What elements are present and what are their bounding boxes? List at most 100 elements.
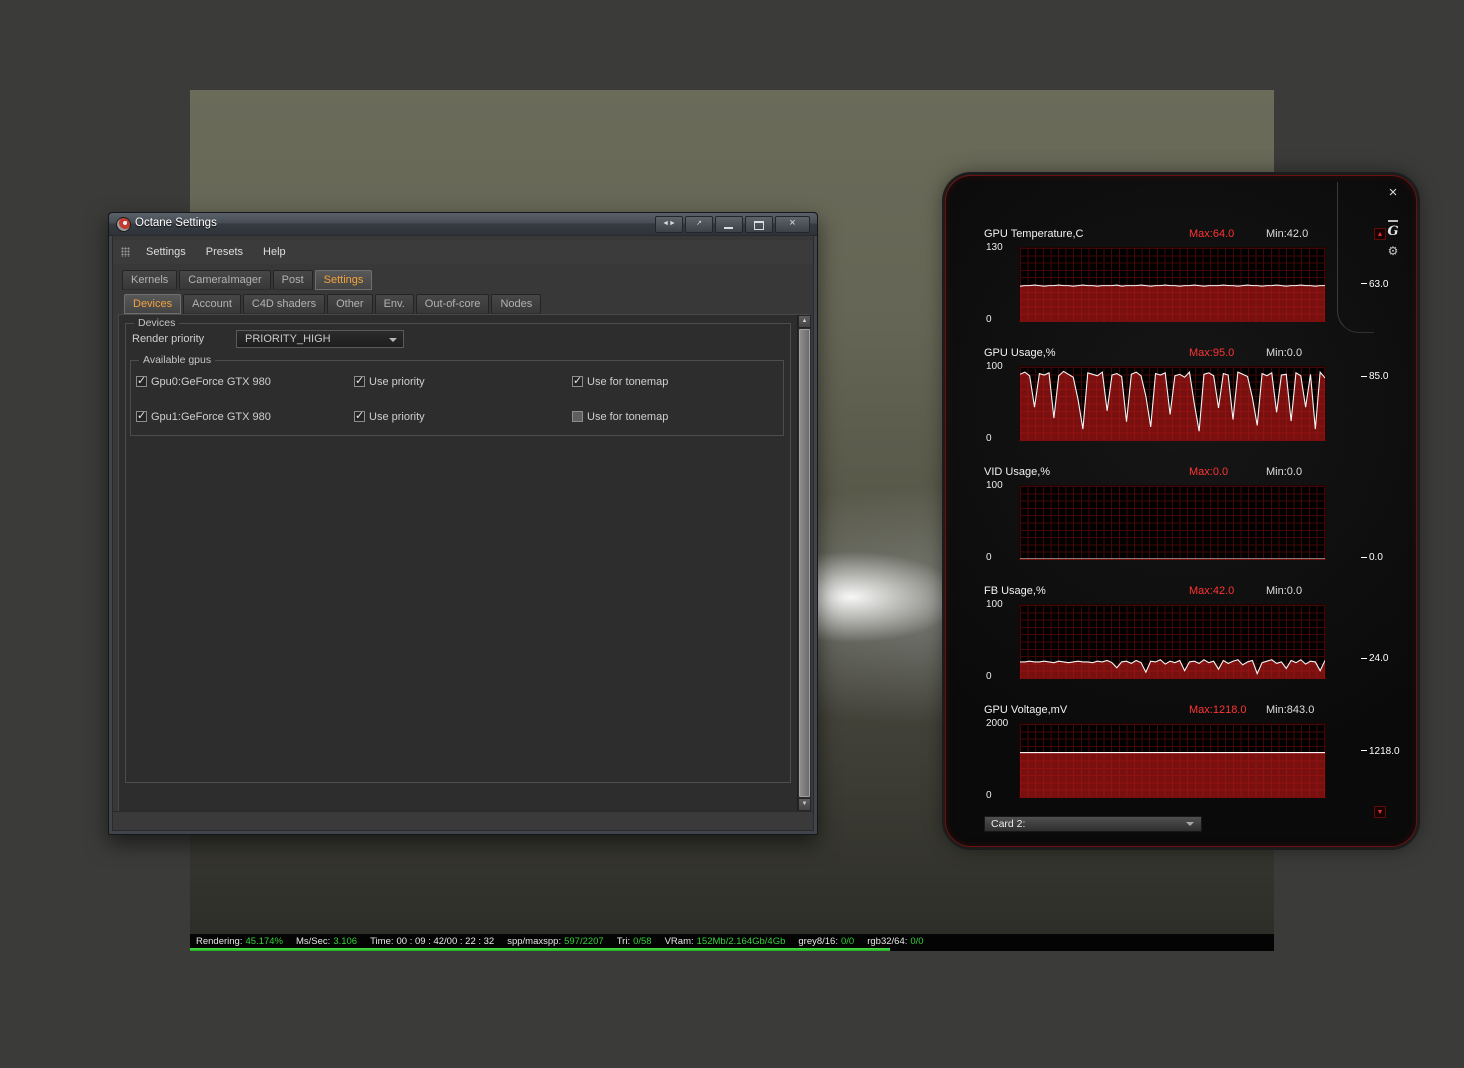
chart-title: VID Usage,% [984,466,1051,478]
tab-c4d-shaders[interactable]: C4D shaders [242,294,326,314]
tab-devices[interactable]: Devices [124,294,182,314]
available-gpus-groupbox: Available gpus ✓ Gpu0:GeForce GTX 980 ✓ … [130,354,784,436]
chart-current-value: 63.0 [1361,279,1388,290]
tab-out-of-core[interactable]: Out-of-core [415,294,490,314]
minimize-bar [1388,220,1398,222]
tab-account[interactable]: Account [183,294,241,314]
chart-body: 2000 0 1218.0 [986,718,1400,801]
gpu1-use-tonemap-checkbox[interactable]: ✓ [572,411,583,422]
chart-header: FB Usage,% Max:42.0 Min:0.0 [984,585,1388,602]
chart-body: 130 0 63.0 [986,242,1388,325]
chart-gpu-usage: GPU Usage,% Max:95.0 Min:0.0 100 0 85.0 [984,347,1388,466]
chart-plot-area [1019,366,1326,441]
detach-window-button[interactable]: ↗ [685,216,713,233]
minimize-button[interactable] [715,216,743,233]
status-spp: spp/maxspp: 597/2207 [507,936,604,947]
menu-presets[interactable]: Presets [196,243,253,261]
tab-env[interactable]: Env. [374,294,414,314]
y-axis-max-label: 2000 [986,718,1009,729]
tab-post[interactable]: Post [272,270,313,290]
render-status-items: Rendering: 45.174% Ms/Sec: 3.106 Time: 00 :… [190,934,1274,947]
status-value: 00 : 09 : 42/00 : 22 : 32 [396,936,495,947]
octane-app-icon [116,217,131,232]
y-axis-min-label: 0 [986,790,992,801]
menu-settings[interactable]: Settings [136,243,196,261]
charts-stack: GPU Temperature,C Max:64.0 Min:42.0 130 … [984,228,1400,823]
render-progress-bar [190,948,890,951]
tab-settings[interactable]: Settings [314,270,373,290]
window-buttons: ◄► ↗ × [655,216,810,233]
status-label: grey8/16: [798,936,838,947]
gpu-row-1: ✓ Gpu1:GeForce GTX 980 ✓ Use priority ✓ … [131,411,783,424]
render-priority-dropdown[interactable]: PRIORITY_HIGH [236,330,404,348]
gpu1-use-priority-checkbox[interactable]: ✓ [354,411,365,422]
close-icon: × [789,217,796,229]
scrollbar-thumb[interactable] [799,329,810,797]
gpu1-name-label: Gpu1:GeForce GTX 980 [151,411,271,423]
gpu-row-0: ✓ Gpu0:GeForce GTX 980 ✓ Use priority ✓ … [131,376,783,389]
check-icon: ✓ [137,410,147,422]
window-title: Octane Settings [135,217,217,229]
status-vram: VRam: 152Mb/2.164Gb/4Gb [665,936,786,947]
y-axis-max-label: 100 [986,599,1003,610]
gpu0-use-priority-checkbox[interactable]: ✓ [354,376,365,387]
chart-title: GPU Temperature,C [984,228,1084,240]
y-axis-min-label: 0 [986,433,992,444]
panel-close-icon[interactable]: × [1384,184,1402,201]
gpu0-name-label: Gpu0:GeForce GTX 980 [151,376,271,388]
status-label: Time: [370,936,394,947]
dock-arrows-button[interactable]: ◄► [655,216,683,233]
main-tab-bar: Kernels CameraImager Post Settings [113,268,813,290]
gpu0-use-tonemap-checkbox[interactable]: ✓ [572,376,583,387]
maximize-button[interactable] [745,216,773,233]
chart-max-value: Max:0.0 [1189,466,1229,478]
status-grey: grey8/16: 0/0 [798,936,854,947]
status-value: 152Mb/2.164Gb/4Gb [696,936,786,947]
chart-fb-usage: FB Usage,% Max:42.0 Min:0.0 100 0 24.0 [984,585,1388,704]
chart-max-value: Max:95.0 [1189,347,1235,359]
status-value: 45.174% [245,936,283,947]
chart-body: 100 0 24.0 [986,599,1388,682]
chevron-down-icon [1186,822,1194,826]
status-value: 0/0 [841,936,855,947]
scrollbar-down-arrow[interactable]: ▼ [798,798,811,811]
y-axis-min-label: 0 [986,314,992,325]
tab-cameraimager[interactable]: CameraImager [179,270,271,290]
chart-min-value: Min:0.0 [1266,466,1303,478]
available-gpus-label: Available gpus [139,354,216,366]
chart-header: GPU Usage,% Max:95.0 Min:0.0 [984,347,1388,364]
card-selector-dropdown[interactable]: Card 2: [984,816,1202,832]
status-label: VRam: [664,936,694,947]
gpu1-enabled-checkbox[interactable]: ✓ [136,411,147,422]
status-rendering: Rendering: 45.174% [196,936,283,947]
gpu-monitor-panel: × G ⚙ ▲ ▼ GPU Temperature,C Max:64.0 Min… [945,175,1417,847]
y-axis-min-label: 0 [986,552,992,563]
content-scrollbar[interactable]: ▲ ▼ [797,315,811,811]
chart-vid-usage: VID Usage,% Max:0.0 Min:0.0 100 0 0.0 [984,466,1388,585]
tab-kernels[interactable]: Kernels [122,270,178,290]
maximize-icon [754,221,764,230]
chart-header: VID Usage,% Max:0.0 Min:0.0 [984,466,1388,483]
menu-help[interactable]: Help [253,243,296,261]
check-icon: ✓ [573,375,583,387]
tab-nodes[interactable]: Nodes [491,294,542,314]
card-selector-label: Card 2: [991,818,1026,830]
chart-title: GPU Usage,% [984,347,1056,359]
use-tonemap-label: Use for tonemap [587,411,669,423]
gpu0-enabled-checkbox[interactable]: ✓ [136,376,147,387]
chart-body: 100 0 0.0 [986,480,1388,563]
y-axis-max-label: 100 [986,480,1003,491]
window-titlebar[interactable]: Octane Settings ◄► ↗ × [109,213,817,236]
chart-title: GPU Voltage,mV [984,704,1068,716]
chart-title: FB Usage,% [984,585,1046,597]
use-tonemap-label: Use for tonemap [587,376,669,388]
chart-max-value: Max:1218.0 [1189,704,1247,716]
chart-current-value: 0.0 [1361,552,1383,563]
check-icon: ✓ [355,410,365,422]
chart-min-value: Min:843.0 [1266,704,1315,716]
chart-plot-area [1019,723,1326,798]
menu-grip-icon[interactable] [121,247,130,257]
scrollbar-up-arrow[interactable]: ▲ [798,315,811,328]
tab-other[interactable]: Other [327,294,373,314]
close-button[interactable]: × [775,216,810,233]
